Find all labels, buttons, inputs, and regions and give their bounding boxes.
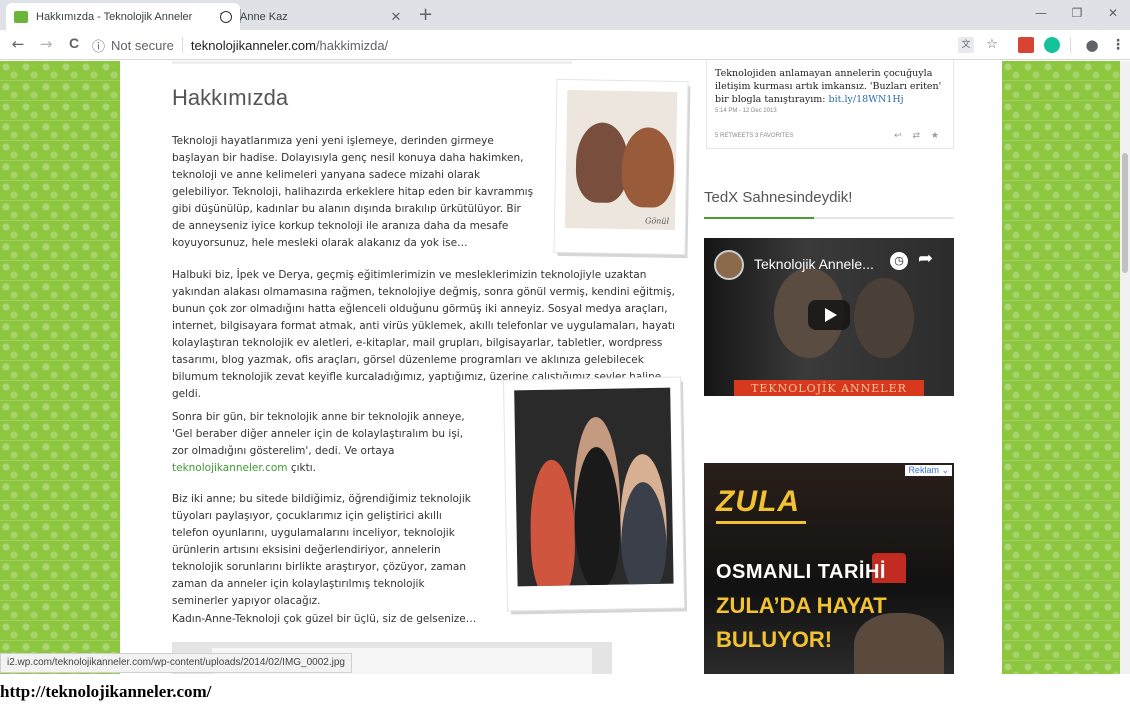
translate-icon[interactable]: 文 bbox=[958, 37, 974, 53]
tab-title: Anne Kaz bbox=[240, 10, 288, 23]
site-favicon-icon bbox=[14, 10, 28, 23]
play-button[interactable] bbox=[808, 300, 850, 330]
address-bar[interactable]: ⓘ Not secure teknolojikanneler.com /hakk… bbox=[92, 33, 952, 57]
origin-text-end: çıktı. bbox=[287, 462, 316, 474]
widget-title: TedX Sahnesindeydik! bbox=[704, 189, 853, 206]
grammarly-icon[interactable] bbox=[1044, 37, 1060, 53]
photo-tedx-group[interactable] bbox=[504, 377, 684, 611]
embedded-tweet[interactable]: Teknolojiden anlamayan annelerin çocuğuy… bbox=[706, 61, 954, 149]
photo-person bbox=[575, 122, 629, 204]
ad-brand: ZULA bbox=[716, 485, 800, 518]
photo-two-mothers[interactable]: Gönül bbox=[554, 79, 688, 255]
photo-person bbox=[572, 416, 622, 587]
photo-person bbox=[621, 127, 675, 208]
address-path: /hakkimizda/ bbox=[315, 37, 389, 53]
tweet-stats: 5 RETWEETS 3 FAVORITES bbox=[715, 133, 794, 139]
tab-hakkimizda[interactable]: Hakkımızda - Teknolojik Anneler ✕ bbox=[6, 3, 240, 30]
tweet-actions-icon[interactable]: ↩ ⇄ ★ bbox=[894, 131, 943, 141]
paragraph-closing: Kadın-Anne-Teknoloji çok güzel bir üçlü,… bbox=[172, 613, 477, 625]
browser-toolbar: ← → C ⓘ Not secure teknolojikanneler.com… bbox=[0, 30, 1130, 60]
scrollbar-thumb[interactable] bbox=[1122, 153, 1128, 273]
ad-headline-2: ZULA’DA HAYAT bbox=[716, 593, 887, 618]
top-divider bbox=[172, 61, 572, 64]
ad-badge[interactable]: Reklam ⌄ bbox=[905, 465, 952, 476]
site-link[interactable]: teknolojikanneler.com bbox=[172, 462, 288, 474]
ad-headline-3: BULUYOR! bbox=[716, 627, 833, 652]
close-window-button[interactable]: ✕ bbox=[1098, 6, 1128, 20]
widget-title-underline bbox=[704, 217, 954, 219]
page-title: Hakkımızda bbox=[172, 85, 289, 110]
paragraph-intro: Teknoloji hayatlarımıza yeni yeni işleme… bbox=[172, 135, 534, 249]
photo-person bbox=[619, 453, 668, 587]
ad-character bbox=[854, 613, 944, 674]
photo-tedx-group-image bbox=[514, 387, 674, 587]
video-title[interactable]: Teknolojik Annele... bbox=[754, 256, 874, 272]
profile-icon[interactable]: ● bbox=[1084, 37, 1100, 53]
toolbar-divider bbox=[1070, 37, 1071, 53]
photo-signature: Gönül bbox=[644, 216, 670, 226]
close-tab-icon[interactable]: ✕ bbox=[388, 9, 404, 25]
widget-underline-accent bbox=[704, 217, 814, 219]
paragraph-origin: Sonra bir gün, bir teknolojik anne bir t… bbox=[172, 409, 472, 477]
advertisement[interactable]: Reklam ⌄ ZULA OSMANLI TARİHİ ZULA’DA HAY… bbox=[704, 463, 954, 674]
pdf-extension-icon[interactable] bbox=[1018, 37, 1034, 53]
tweet-link[interactable]: bit.ly/18WN1Hj bbox=[829, 94, 904, 105]
reload-button[interactable]: C bbox=[64, 35, 84, 51]
info-icon[interactable]: ⓘ bbox=[92, 36, 105, 55]
star-icon[interactable]: ☆ bbox=[984, 37, 1000, 53]
page-viewport: Hakkımızda Teknoloji hayatlarımıza yeni … bbox=[0, 61, 1130, 674]
left-background-pattern bbox=[0, 61, 120, 674]
photo-two-mothers-image: Gönül bbox=[564, 90, 678, 230]
address-divider bbox=[181, 37, 183, 53]
right-background-pattern bbox=[1002, 61, 1120, 674]
minimize-button[interactable]: — bbox=[1026, 6, 1056, 20]
origin-text: Sonra bir gün, bir teknolojik anne bir t… bbox=[172, 411, 465, 457]
watch-later-icon[interactable]: ◷ bbox=[890, 252, 908, 270]
paragraph-mission: Biz iki anne; bu sitede bildiğimiz, öğre… bbox=[172, 493, 471, 607]
video-banner: TEKNOLOJİK ANNELER bbox=[734, 380, 924, 396]
tweet-text: Teknolojiden anlamayan annelerin çocuğuy… bbox=[715, 67, 945, 106]
caption-url: http://teknolojikanneler.com/ bbox=[0, 682, 212, 701]
new-tab-button[interactable]: + bbox=[418, 4, 433, 25]
share-icon[interactable]: ➦ bbox=[918, 248, 933, 269]
status-bar-url: i2.wp.com/teknolojikanneler.com/wp-conte… bbox=[0, 653, 352, 673]
tab-strip: Hakkımızda - Teknolojik Anneler ✕ Anne K… bbox=[0, 0, 1130, 30]
security-label: Not secure bbox=[111, 37, 174, 53]
photo-person bbox=[529, 459, 576, 587]
maximize-button[interactable]: ❐ bbox=[1062, 6, 1092, 20]
tab-anne-kaz[interactable]: Anne Kaz ✕ bbox=[212, 3, 412, 30]
address-domain: teknolojikanneler.com bbox=[190, 37, 316, 53]
anne-kaz-favicon-icon bbox=[220, 10, 232, 23]
page-scrollbar[interactable] bbox=[1120, 61, 1130, 674]
ad-headline-1: OSMANLI TARİHİ bbox=[716, 561, 886, 583]
content-area: Hakkımızda Teknoloji hayatlarımıza yeni … bbox=[120, 61, 1002, 674]
youtube-video-embed[interactable]: Teknolojik Annele... ◷ ➦ TEKNOLOJİK ANNE… bbox=[704, 238, 954, 396]
ad-brand-underline bbox=[716, 521, 806, 524]
forward-button[interactable]: → bbox=[36, 35, 56, 53]
channel-avatar[interactable] bbox=[714, 250, 744, 280]
video-person bbox=[854, 278, 914, 358]
tab-title: Hakkımızda - Teknolojik Anneler bbox=[36, 10, 193, 23]
menu-icon[interactable]: ⋮ bbox=[1110, 37, 1126, 53]
tweet-time: 5:14 PM - 12 Dec 2013 bbox=[715, 108, 777, 114]
back-button[interactable]: ← bbox=[8, 35, 28, 53]
